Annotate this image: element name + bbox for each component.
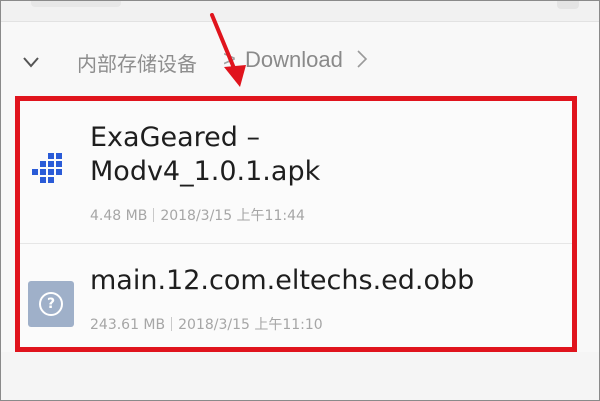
top-bar-fragment-right [557,1,579,9]
file-name-line2: Modv4_1.0.1.apk [90,156,321,187]
breadcrumb-separator: > [223,46,236,71]
list-empty-area [1,352,599,400]
breadcrumb-root[interactable]: 内部存储设备 [77,48,197,77]
list-item[interactable]: ? main.12.com.eltechs.ed.obb 243.61 MB 20… [20,244,572,347]
question-mark-icon: ? [39,292,63,316]
breadcrumb-current[interactable]: Download [245,47,343,73]
file-size: 4.48 MB [90,208,148,224]
list-item[interactable]: ExaGeared – Modv4_1.0.1.apk 4.48 MB 2018/… [20,101,572,244]
chevron-right-icon [357,50,368,68]
meta-divider [153,208,155,222]
breadcrumb: 内部存储设备 > Download [1,22,599,96]
file-meta: 243.61 MB 2018/3/15 上午11:10 [90,314,323,334]
file-size: 243.61 MB [90,317,166,333]
unknown-file-icon: ? [28,281,74,327]
file-name: main.12.com.eltechs.ed.obb [90,265,475,296]
file-manager-window: 内部存储设备 > Download ExaGeared – Modv4_1.0.… [0,0,600,401]
file-list-highlight: ExaGeared – Modv4_1.0.1.apk 4.48 MB 2018/… [15,96,577,352]
file-date: 2018/3/15 上午11:10 [178,317,323,333]
top-bar-fragment [31,1,121,7]
meta-divider [171,317,173,331]
file-name-line1: ExaGeared – [90,122,261,153]
file-name: ExaGeared – Modv4_1.0.1.apk [90,121,550,189]
chevron-down-icon[interactable] [23,54,39,70]
top-bar-partial [1,1,599,22]
file-date: 2018/3/15 上午11:44 [160,208,305,224]
file-meta: 4.48 MB 2018/3/15 上午11:44 [90,205,305,225]
apk-app-icon [32,153,62,183]
